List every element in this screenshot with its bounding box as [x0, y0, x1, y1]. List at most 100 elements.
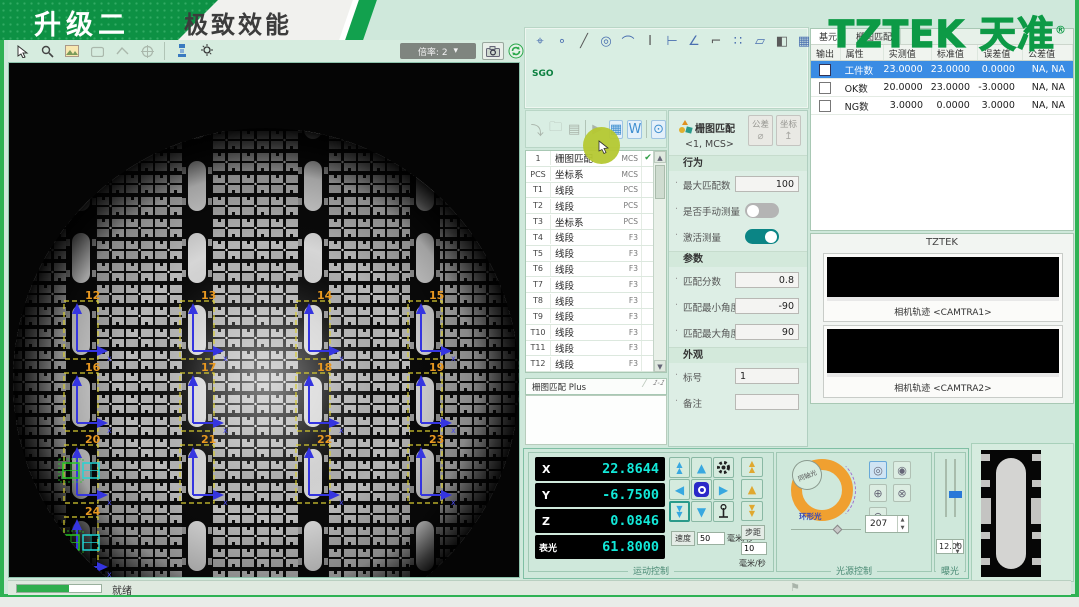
light-value-box[interactable]: 207▲▼ — [865, 515, 909, 533]
list-item[interactable]: T7线段F3 — [526, 277, 654, 293]
speed-button[interactable]: 速度 — [671, 531, 695, 546]
angle-icon[interactable]: ∠ — [686, 33, 702, 49]
table-row[interactable]: OK数20.000023.0000-3.0000NA, NA — [811, 79, 1073, 97]
list-item[interactable]: T10线段F3 — [526, 325, 654, 341]
row-checkbox[interactable] — [819, 64, 831, 76]
jog-joystick-button[interactable] — [713, 501, 734, 522]
zoom-tool-icon[interactable] — [39, 43, 55, 59]
eraser-icon[interactable]: ▱ — [752, 33, 768, 49]
light-channel-3-button[interactable]: ⊕ — [869, 484, 887, 502]
coordinate-button-label: 坐标 — [780, 120, 797, 130]
tolerance-button[interactable]: 公差⌀ — [748, 115, 773, 146]
z-up-button[interactable]: ▲ — [741, 479, 763, 499]
exposure-slider-thumb[interactable] — [949, 491, 962, 498]
jog-gear-button[interactable] — [713, 457, 734, 478]
jog-left-button[interactable]: ◀ — [669, 479, 690, 500]
exposure-value-box[interactable]: 12.00▲▼ — [936, 539, 964, 554]
datum-icon[interactable]: ⌖ — [532, 33, 548, 49]
svg-text:x: x — [223, 354, 228, 363]
list-item[interactable]: T8线段F3 — [526, 293, 654, 309]
point-icon[interactable]: ∘ — [554, 33, 570, 49]
step-input[interactable] — [741, 542, 767, 555]
list-item[interactable]: T3坐标系PCS — [526, 214, 654, 230]
list-item[interactable]: T2线段PCS — [526, 198, 654, 214]
light-channel-2-button[interactable]: ◉ — [893, 461, 911, 479]
save-icon[interactable]: ▤ — [567, 120, 581, 139]
list-item[interactable]: T5线段F3 — [526, 246, 654, 262]
light-channel-4-button[interactable]: ⊗ — [893, 484, 911, 502]
match-score-input[interactable] — [735, 272, 799, 288]
motion-group-caption: 运动控制 — [628, 564, 674, 577]
table-row[interactable]: 工件数23.000023.00000.0000NA, NA — [811, 61, 1073, 79]
tag-input[interactable] — [735, 368, 799, 384]
slider-thumb[interactable] — [833, 525, 843, 535]
list-item[interactable]: PCS坐标系MCS — [526, 167, 654, 183]
image-tool-icon[interactable] — [64, 43, 80, 59]
light-bulb-icon[interactable] — [199, 43, 215, 59]
line-icon[interactable]: ╱ — [576, 33, 592, 49]
section-behavior: 行为 — [669, 155, 807, 171]
circle-icon[interactable]: ◎ — [598, 33, 614, 49]
crosshair-icon[interactable] — [139, 43, 155, 59]
program-tab[interactable]: 栅图匹配 Plus1-1 — [525, 378, 667, 395]
list-item[interactable]: T12线段F3 — [526, 356, 654, 372]
pan-tool-icon[interactable] — [89, 43, 105, 59]
focus-tool-icon[interactable] — [174, 43, 190, 59]
list-item[interactable]: T4线段F3 — [526, 230, 654, 246]
jog-dblup-button[interactable]: ▲▲ — [669, 457, 690, 478]
light-channel-1-button[interactable]: ◎ — [869, 461, 887, 479]
light-intensity-slider[interactable] — [791, 525, 861, 534]
list-item[interactable]: T11线段F3 — [526, 341, 654, 357]
scroll-down-arrow[interactable]: ▼ — [654, 360, 666, 372]
svg-text:x: x — [107, 426, 112, 435]
z-dbldown-button[interactable]: ▼▼ — [741, 501, 763, 521]
import-icon[interactable]: ⤵ — [530, 120, 544, 139]
spinner-arrows[interactable]: ▲▼ — [897, 516, 907, 532]
arc-icon[interactable]: ⌒ — [620, 33, 636, 49]
jog-up-button[interactable]: ▲ — [691, 457, 712, 478]
table-row[interactable]: NG数3.00000.00003.0000NA, NA — [811, 97, 1073, 115]
scroll-up-arrow[interactable]: ▲ — [654, 151, 666, 163]
scroll-thumb[interactable] — [655, 165, 665, 199]
cursor-tool-icon[interactable] — [14, 43, 30, 59]
list-item[interactable]: T9线段F3 — [526, 309, 654, 325]
jog-dbldown-button[interactable]: ▼▼ — [669, 501, 690, 522]
open-icon[interactable]: 🗀 — [548, 120, 562, 139]
row-checkbox[interactable] — [819, 82, 831, 94]
magnification-select[interactable]: 倍率: 2▾ — [400, 43, 476, 59]
active-measure-toggle[interactable] — [745, 229, 779, 244]
spinner-arrows[interactable]: ▲▼ — [952, 540, 962, 553]
template-notch — [981, 532, 990, 539]
status-progress-bar — [16, 584, 102, 593]
z-dblup-button[interactable]: ▲▲ — [741, 457, 763, 477]
report-icon[interactable]: W — [627, 120, 642, 139]
list-item[interactable]: T6线段F3 — [526, 262, 654, 278]
stop-icon — [694, 482, 709, 497]
palette-icon[interactable]: ◧ — [774, 33, 790, 49]
refresh-icon[interactable] — [508, 43, 524, 63]
refresh-icon[interactable]: ⊙ — [651, 120, 666, 139]
step-button[interactable]: 步距 — [741, 525, 765, 540]
camera-viewport[interactable]: 12x13x14x15x16x17x18x19x20x21x22x23x24x — [8, 62, 520, 578]
row-checkbox[interactable] — [819, 100, 831, 112]
scatter-icon[interactable]: ∷ — [730, 33, 746, 49]
height-icon[interactable]: I — [642, 33, 658, 49]
list-item[interactable]: T1线段PCS — [526, 183, 654, 199]
min-angle-input[interactable] — [735, 298, 799, 314]
jog-right-button[interactable]: ▶ — [713, 479, 734, 500]
note-input[interactable] — [735, 394, 799, 410]
jog-down-button[interactable]: ▼ — [691, 501, 712, 522]
manual-measure-toggle[interactable] — [745, 203, 779, 218]
snapshot-button[interactable] — [482, 42, 504, 60]
width-icon[interactable]: ⊢ — [664, 33, 680, 49]
max-match-input[interactable] — [735, 176, 799, 192]
coordinate-button[interactable]: 坐标↥ — [776, 115, 801, 146]
feature-id: T12 — [526, 359, 550, 368]
max-angle-input[interactable] — [735, 324, 799, 340]
contour-icon[interactable]: ⌐ — [708, 33, 724, 49]
jog-stop-button[interactable] — [691, 479, 712, 500]
feature-list-scrollbar[interactable]: ▲ ▼ — [653, 151, 666, 372]
speed-input[interactable] — [697, 532, 725, 545]
fit-view-icon[interactable] — [114, 43, 130, 59]
tolerance-button-label: 公差 — [752, 120, 769, 130]
